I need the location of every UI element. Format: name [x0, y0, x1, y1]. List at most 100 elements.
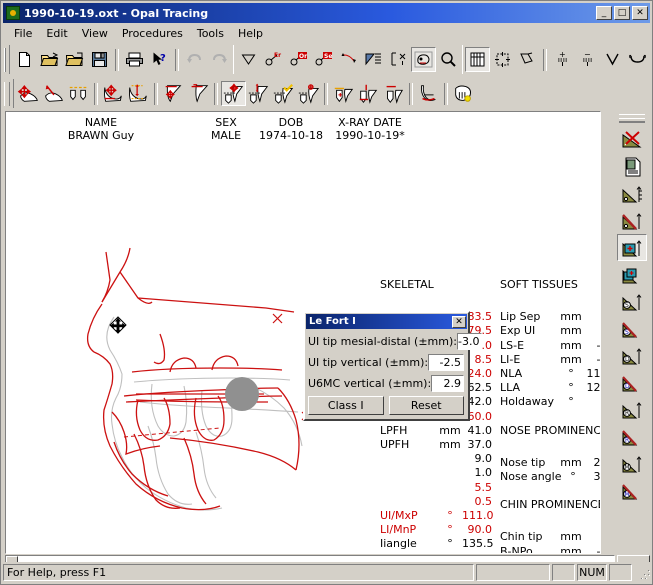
toolbar-grip[interactable]: [4, 81, 10, 106]
maximize-button[interactable]: □: [614, 6, 630, 20]
lefort-vertical-icon[interactable]: [246, 81, 271, 106]
measure-up-icon[interactable]: [617, 180, 647, 207]
measurement-unit: mm: [560, 455, 582, 469]
redo-icon[interactable]: [207, 47, 232, 72]
measurement-label: [380, 495, 438, 509]
skull-overlay-icon[interactable]: [411, 47, 436, 72]
landmark-d-alt-icon[interactable]: D: [617, 369, 647, 396]
toolbar-separator: [214, 82, 218, 105]
landmark-r-icon[interactable]: R: [617, 396, 647, 423]
chevron-down-tool-icon[interactable]: [600, 47, 625, 72]
point-er-icon[interactable]: Er: [261, 47, 286, 72]
field-ui-tip-mesial-distal: UI tip mesial-distal (±mm): -3.0: [308, 333, 483, 350]
reset-button[interactable]: Reset: [388, 396, 464, 415]
remove-point-icon[interactable]: −: [575, 47, 600, 72]
genio-move-icon[interactable]: [161, 81, 186, 106]
table-row: Nose tip mm 23.5: [500, 455, 600, 470]
lefort-check-icon[interactable]: [271, 81, 296, 106]
teeth-pair-icon[interactable]: [66, 81, 91, 106]
table-row: NLA ° 118.5: [500, 367, 600, 381]
minimize-button[interactable]: _: [596, 6, 612, 20]
mandible-vertical-icon[interactable]: [126, 81, 151, 106]
upper-tooth-move-icon[interactable]: [331, 81, 356, 106]
dialog-close-icon[interactable]: ✕: [452, 315, 466, 328]
toolbar-grip[interactable]: [4, 47, 6, 72]
bull-icon[interactable]: [625, 47, 650, 72]
ui-tip-vertical-input[interactable]: -2.5: [428, 354, 464, 371]
minimize-icon: _: [601, 8, 607, 18]
class-i-button[interactable]: Class I: [308, 396, 384, 415]
open-folder-icon[interactable]: [37, 47, 62, 72]
menu-help[interactable]: Help: [231, 25, 270, 42]
maxilla-cut-icon[interactable]: [41, 81, 66, 106]
add-point-icon[interactable]: +: [550, 47, 575, 72]
save-disk-icon[interactable]: [87, 47, 112, 72]
measurement-unit: °: [447, 509, 453, 523]
ruler-grid-icon[interactable]: [465, 47, 490, 72]
superimpose-layers-icon[interactable]: [617, 261, 647, 288]
table-row: LI-E mm -5.5: [500, 353, 600, 367]
title-bar: 1990-10-19.oxt - Opal Tracing _ □ ✕: [3, 3, 650, 23]
curve-point-icon[interactable]: [336, 47, 361, 72]
resize-grip-icon[interactable]: [635, 565, 650, 580]
lefort-rotate-icon[interactable]: [296, 81, 321, 106]
measure-diagonal-icon[interactable]: [617, 207, 647, 234]
procedures-toolbar: [3, 77, 650, 110]
ui-tip-mesial-distal-input[interactable]: -3.0: [457, 333, 483, 350]
mandible-icon[interactable]: [515, 47, 540, 72]
move-all-icon[interactable]: [490, 47, 515, 72]
hide-tracing-icon[interactable]: [617, 126, 647, 153]
menu-view[interactable]: View: [75, 25, 115, 42]
lefort-move-icon[interactable]: [221, 81, 246, 106]
landmark-m-alt-icon[interactable]: M: [617, 477, 647, 504]
point-or-icon[interactable]: Or: [286, 47, 311, 72]
report-document-icon[interactable]: [617, 153, 647, 180]
table-row: UI/MxP ° 111.0: [380, 509, 494, 523]
undo-icon[interactable]: [182, 47, 207, 72]
u6mc-vertical-input[interactable]: 2.9: [431, 375, 464, 392]
mandible-move-icon[interactable]: [101, 81, 126, 106]
menu-file[interactable]: File: [7, 25, 39, 42]
table-row: UPFH mm 37.0: [380, 438, 492, 452]
mirror-tracing-icon[interactable]: [361, 47, 386, 72]
landmark-r-alt-icon[interactable]: R: [617, 423, 647, 450]
measurement-value: -1.0: [462, 552, 492, 553]
dialog-title-bar[interactable]: Le Fort I ✕: [306, 314, 467, 329]
landmark-m-icon[interactable]: M: [617, 450, 647, 477]
measurement-unit: mm: [560, 338, 582, 352]
menu-edit[interactable]: Edit: [39, 25, 74, 42]
le-fort-i-dialog[interactable]: Le Fort I ✕ UI tip mesial-distal (±mm): …: [303, 311, 483, 421]
tooth-single-icon[interactable]: [381, 81, 406, 106]
hand-drag-icon[interactable]: [451, 81, 476, 106]
triangle-tracing-icon[interactable]: [236, 47, 261, 72]
toolbar-group-procedures: [13, 79, 476, 108]
new-document-icon[interactable]: [12, 47, 37, 72]
status-pane-1: [476, 563, 550, 581]
toolbar-group-tracing: Er Or Se: [233, 45, 461, 74]
measurement-label: [380, 466, 438, 480]
measurement-unit: mm: [439, 438, 461, 452]
toolbar-grip[interactable]: [618, 114, 645, 123]
superimpose-active-icon[interactable]: [616, 234, 647, 261]
close-button[interactable]: ✕: [632, 6, 648, 20]
measure-distance-icon[interactable]: [386, 47, 411, 72]
magnifier-icon[interactable]: [436, 47, 461, 72]
print-icon[interactable]: [122, 47, 147, 72]
maxilla-move-icon[interactable]: [16, 81, 41, 106]
point-se-icon[interactable]: Se: [311, 47, 336, 72]
genio-cut-icon[interactable]: [186, 81, 211, 106]
menu-tools[interactable]: Tools: [190, 25, 231, 42]
landmark-s-icon[interactable]: S: [617, 288, 647, 315]
table-row: Lip Sep mm0.0: [500, 310, 600, 324]
measurement-unit: mm: [560, 530, 582, 544]
chin-profile-icon[interactable]: [416, 81, 441, 106]
landmark-d-icon[interactable]: D: [617, 342, 647, 369]
svg-text:−: −: [584, 51, 591, 59]
toolbar-separator: [444, 82, 448, 105]
lower-tooth-move-icon[interactable]: [356, 81, 381, 106]
open-folder-alt-icon[interactable]: [62, 47, 87, 72]
landmark-s-alt-icon[interactable]: S: [617, 315, 647, 342]
help-pointer-icon[interactable]: ?: [147, 47, 172, 72]
menu-procedures[interactable]: Procedures: [115, 25, 190, 42]
table-row: LI-APomm-1.0: [380, 552, 492, 553]
